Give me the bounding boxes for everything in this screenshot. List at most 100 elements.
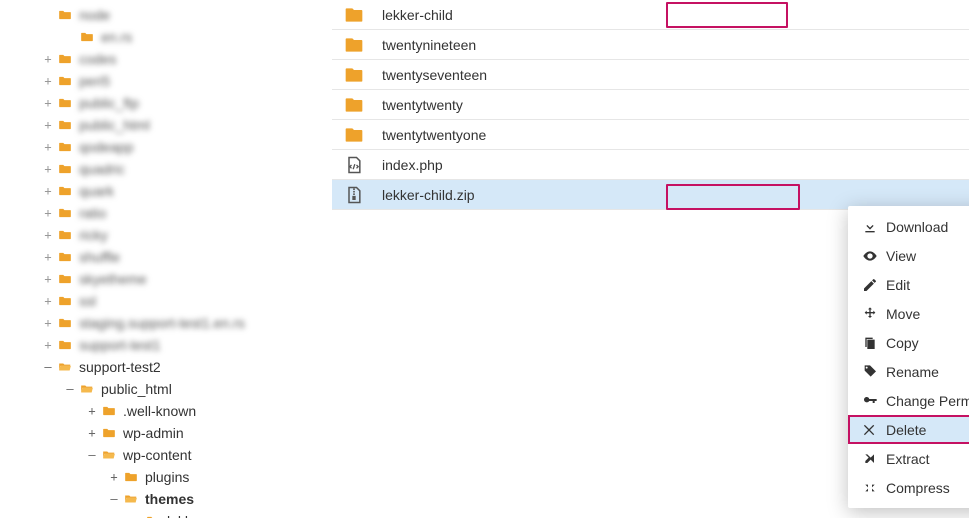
tree-node[interactable]: – themes [10,488,322,510]
tree-node-blurred[interactable]: + codes [10,48,322,70]
folder-icon [101,448,117,462]
tree-node-blurred[interactable]: +qodeapp [10,136,322,158]
tree-label: quark [79,183,114,199]
tree-toggle[interactable]: + [108,470,120,484]
tree-node-blurred[interactable]: + peri5 [10,70,322,92]
folder-icon [57,206,73,220]
tree-toggle[interactable]: + [42,96,54,110]
tree-node-blurred[interactable]: + shuffle [10,246,322,268]
tree-label: support-test1 [79,337,161,353]
tree-label: plugins [145,469,189,485]
tree-toggle[interactable]: + [42,338,54,352]
tree-label: peri5 [79,73,110,89]
compress-icon [862,480,878,496]
tree-toggle[interactable]: + [86,404,98,418]
tree-node-blurred[interactable]: + quark [10,180,322,202]
tree-label: ratio [79,205,106,221]
tree-toggle[interactable]: – [108,492,120,506]
tree-toggle[interactable]: + [86,426,98,440]
tree-node-blurred[interactable]: en.rs [10,26,322,48]
tree-label: quadric [79,161,125,177]
context-menu-item[interactable]: Compress [848,473,969,502]
tree-toggle[interactable]: + [42,228,54,242]
file-name: twentynineteen [382,37,476,53]
tree-label: staging.support-test1.en.rs [79,315,245,331]
folder-icon [57,96,73,110]
folder-icon [101,426,117,440]
tree-node[interactable]: –support-test2 [10,356,322,378]
folder-icon [57,52,73,66]
tree-node-blurred[interactable]: + staging.support-test1.en.rs [10,312,322,334]
tree-node-blurred[interactable]: + ratio [10,202,322,224]
tree-node-blurred[interactable]: +ssl [10,290,322,312]
file-name: twentyseventeen [382,67,487,83]
tree-label: node [79,7,110,23]
tree-toggle[interactable]: + [42,52,54,66]
folder-icon [57,316,73,330]
folder-icon [57,294,73,308]
tree-toggle[interactable]: + [42,140,54,154]
file-row[interactable]: twentynineteen [332,30,969,60]
context-menu-label: Copy [886,335,919,351]
tree-label: wp-admin [123,425,184,441]
tree-toggle[interactable]: – [86,448,98,462]
tree-label: shuffle [79,249,120,265]
tree-toggle[interactable]: + [42,162,54,176]
tree-label: public_html [101,381,172,397]
file-row[interactable]: twentytwenty [332,90,969,120]
tree-toggle[interactable]: + [42,118,54,132]
folder-icon [57,184,73,198]
tree-node[interactable]: – public_html [10,378,322,400]
folder-icon [57,360,73,374]
tree-label: lekker [167,513,204,518]
folder-icon [57,74,73,88]
folder-icon [101,404,117,418]
tree-label: themes [145,491,194,507]
tree-toggle[interactable]: – [64,382,76,396]
tree-node-blurred[interactable]: +skyetheme [10,268,322,290]
tree-toggle[interactable]: + [42,206,54,220]
context-menu-label: Change Permissions [886,393,969,409]
tree-node-blurred[interactable]: node [10,4,322,26]
context-menu-label: Compress [886,480,950,496]
folder-icon [145,514,161,518]
context-menu-label: Download [886,219,948,235]
tree-node-blurred[interactable]: + quadric [10,158,322,180]
context-menu-label: Move [886,306,920,322]
tree-node-blurred[interactable]: + ricky [10,224,322,246]
tree-label: .well-known [123,403,196,419]
tree-node-blurred[interactable]: + support-test1 [10,334,322,356]
folder-tree: nodeen.rs+codes+peri5+public_ftp+public_… [0,0,332,518]
tree-label: ricky [79,227,108,243]
folder-icon [79,382,95,396]
tree-node-blurred[interactable]: +public_html [10,114,322,136]
tree-node[interactable]: + plugins [10,466,322,488]
tree-toggle[interactable]: + [42,250,54,264]
file-name: lekker-child.zip [382,187,475,203]
tree-toggle[interactable]: + [130,514,142,518]
folder-icon [57,250,73,264]
tree-toggle[interactable]: – [42,360,54,374]
tree-toggle[interactable]: + [42,184,54,198]
tree-label: codes [79,51,116,67]
file-row[interactable]: twentyseventeen [332,60,969,90]
folder-icon [123,470,139,484]
file-name: index.php [382,157,443,173]
context-menu-label: View [886,248,916,264]
tree-node-blurred[interactable]: +public_ftp [10,92,322,114]
tree-node[interactable]: + lekker [10,510,322,518]
tree-node[interactable]: + .well-known [10,400,322,422]
tree-toggle[interactable]: + [42,316,54,330]
file-name: twentytwentyone [382,127,486,143]
folder-icon [57,272,73,286]
context-menu-label: Extract [886,451,930,467]
tree-toggle[interactable]: + [42,74,54,88]
file-row[interactable]: lekker-child [332,0,969,30]
tree-node[interactable]: –wp-content [10,444,322,466]
folder-icon [57,338,73,352]
file-row[interactable]: twentytwentyone [332,120,969,150]
tree-toggle[interactable]: + [42,272,54,286]
context-menu: DownloadViewEditMoveCopyRenameChange Per… [848,206,969,508]
tree-toggle[interactable]: + [42,294,54,308]
tree-node[interactable]: + wp-admin [10,422,322,444]
